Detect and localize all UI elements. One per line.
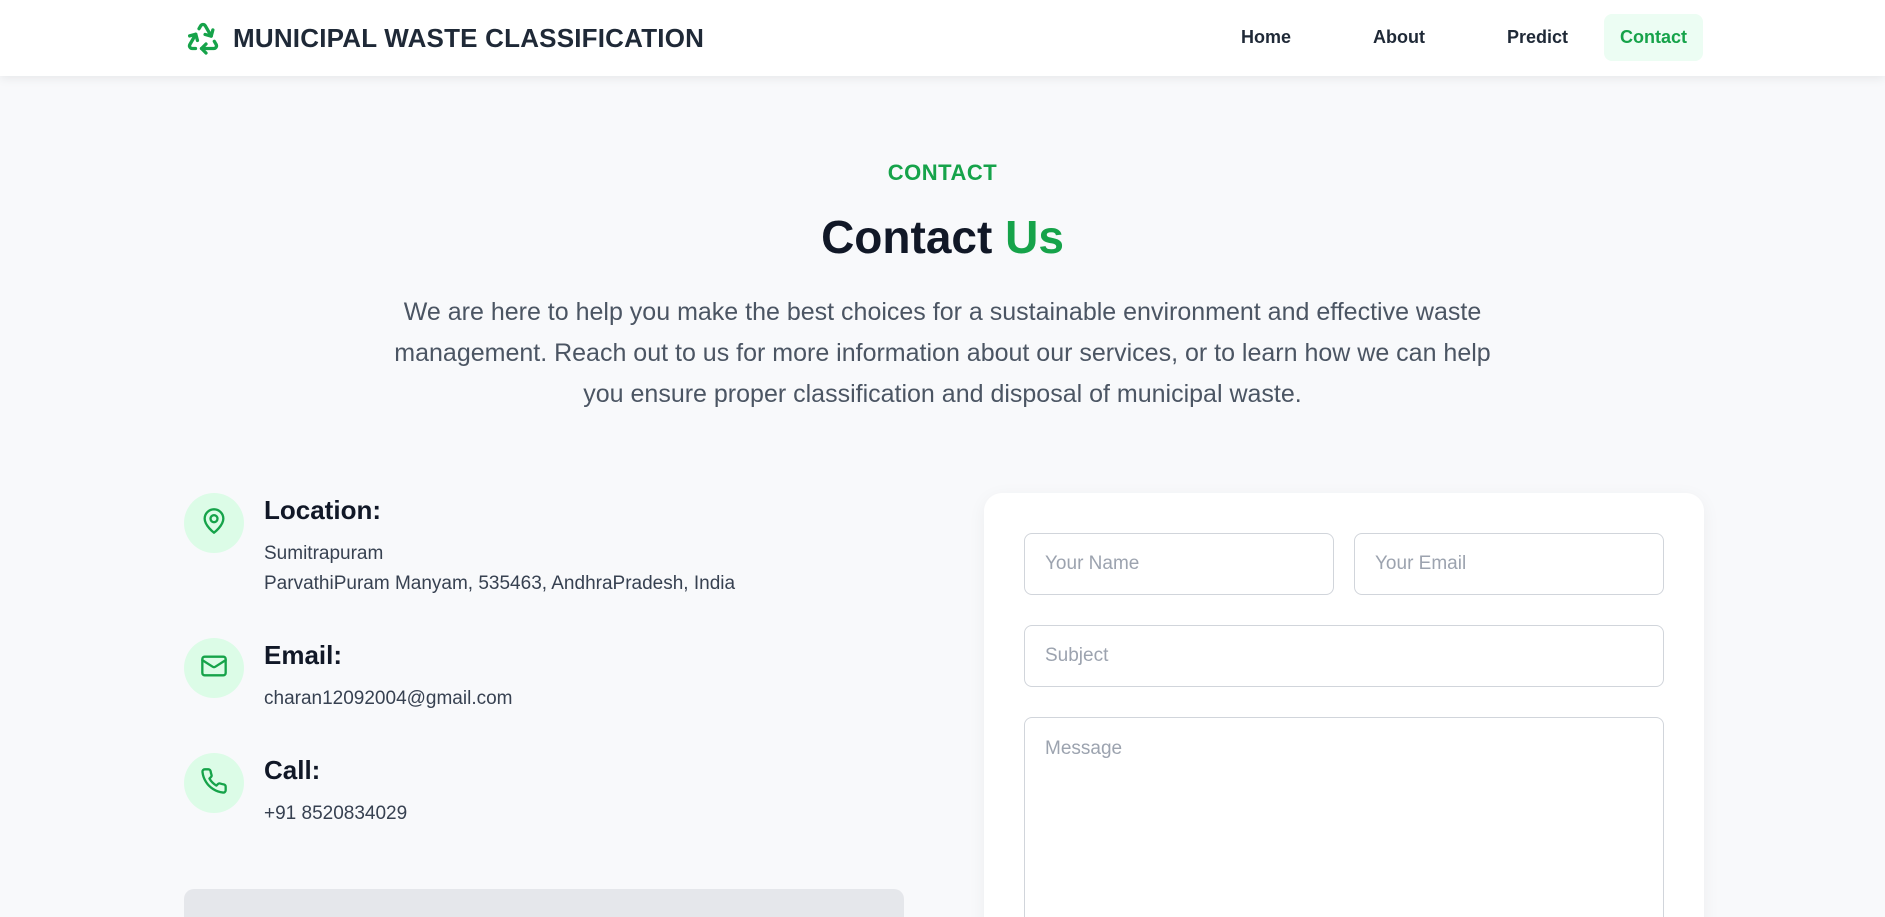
- page-title-accent: Us: [1005, 211, 1064, 263]
- call-icon-badge: [184, 753, 244, 813]
- mail-icon: [200, 652, 228, 685]
- section-eyebrow: CONTACT: [887, 160, 998, 185]
- section-description: We are here to help you make the best ch…: [394, 298, 1491, 408]
- nav-about[interactable]: About: [1357, 14, 1441, 61]
- call-value[interactable]: +91 8520834029: [264, 803, 407, 825]
- location-icon-badge: [184, 493, 244, 553]
- location-line-1: Sumitrapuram: [264, 543, 384, 564]
- email-input[interactable]: [1354, 533, 1664, 595]
- location-line-2: ParvathiPuram Manyam, 535463, AndhraPrad…: [264, 573, 736, 594]
- navbar: MUNICIPAL WASTE CLASSIFICATION Home Abou…: [0, 0, 1885, 76]
- phone-icon: [200, 767, 228, 800]
- page-title: Contact Us: [0, 210, 1885, 264]
- nav-predict[interactable]: Predict: [1491, 14, 1584, 61]
- map-embed[interactable]: [184, 889, 904, 917]
- recycle-icon: [185, 19, 221, 57]
- brand-title: MUNICIPAL WASTE CLASSIFICATION: [233, 22, 705, 53]
- nav-contact[interactable]: Contact: [1604, 14, 1703, 61]
- call-title: Call:: [264, 755, 321, 785]
- message-textarea[interactable]: [1024, 717, 1664, 917]
- name-input[interactable]: [1024, 533, 1334, 595]
- brand[interactable]: MUNICIPAL WASTE CLASSIFICATION: [185, 18, 704, 58]
- contact-form: [984, 493, 1704, 917]
- email-value[interactable]: charan12092004@gmail.com: [264, 688, 513, 710]
- email-icon-badge: [184, 638, 244, 698]
- email-title: Email:: [264, 640, 343, 670]
- main-nav: Home About Predict Contact: [1225, 14, 1703, 61]
- subject-input[interactable]: [1024, 625, 1664, 687]
- page-title-main: Contact: [821, 211, 993, 263]
- location-title: Location:: [264, 495, 381, 525]
- nav-home[interactable]: Home: [1225, 14, 1307, 61]
- map-pin-icon: [200, 507, 228, 540]
